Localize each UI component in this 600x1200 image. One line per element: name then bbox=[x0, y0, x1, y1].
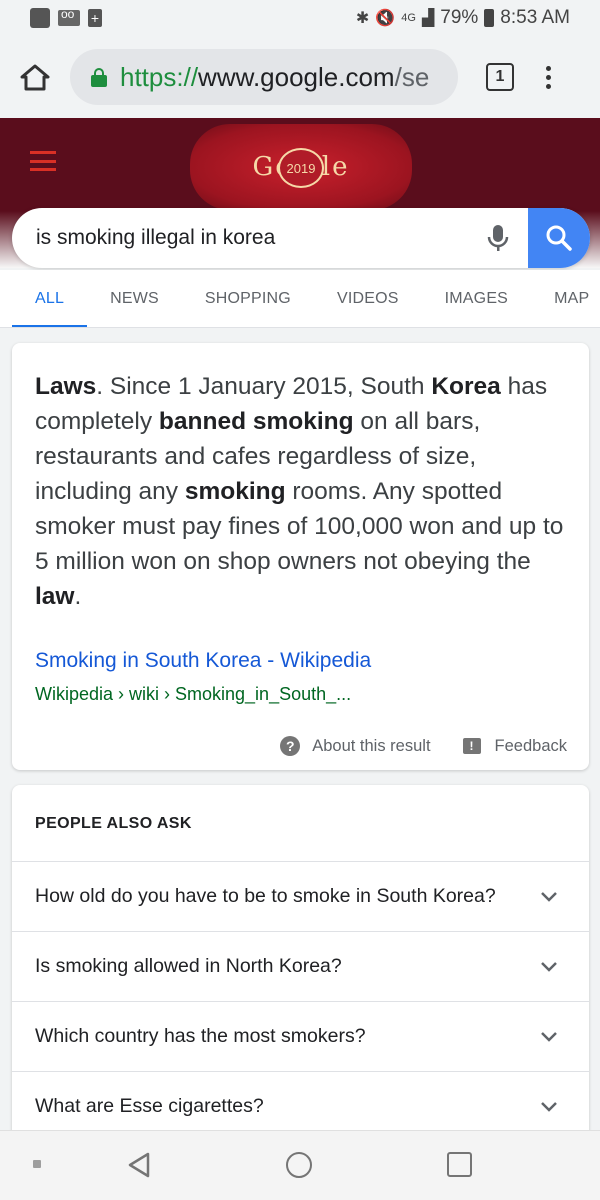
snippet-text: Laws. Since 1 January 2015, South Korea … bbox=[35, 369, 565, 614]
voice-search-button[interactable] bbox=[468, 208, 528, 268]
tab-switcher-button[interactable]: 1 bbox=[486, 63, 514, 91]
people-also-ask-title: PEOPLE ALSO ASK bbox=[35, 815, 192, 832]
question-text: How old do you have to be to smoke in So… bbox=[35, 885, 496, 907]
snippet-text-run: . bbox=[74, 583, 82, 610]
tab-news[interactable]: NEWS bbox=[87, 270, 182, 327]
url-text: https://www.google.com/se bbox=[120, 61, 430, 92]
microphone-icon bbox=[487, 225, 509, 251]
bluetooth-icon: ✱ bbox=[355, 10, 370, 27]
doodle-year-badge: 2019 bbox=[278, 148, 324, 188]
question-text: Which country has the most smokers? bbox=[35, 1025, 366, 1047]
back-icon[interactable] bbox=[126, 1151, 152, 1179]
question-text: What are Esse cigarettes? bbox=[35, 1095, 264, 1117]
search-input[interactable] bbox=[12, 208, 468, 268]
people-also-ask-question[interactable]: Which country has the most smokers? bbox=[12, 1001, 589, 1071]
snippet-bold-term: law bbox=[35, 583, 75, 610]
snippet-bold-term: banned smoking bbox=[158, 408, 354, 435]
android-navigation-bar bbox=[0, 1130, 600, 1200]
tab-images[interactable]: IMAGES bbox=[422, 270, 531, 327]
people-also-ask-card: PEOPLE ALSO ASK How old do you have to b… bbox=[12, 785, 589, 1145]
google-doodle[interactable]: Go gle 2019 bbox=[190, 124, 412, 210]
signal-icon: ▟ bbox=[421, 10, 435, 27]
voicemail-icon bbox=[58, 7, 80, 26]
nav-indicator-icon bbox=[33, 1160, 41, 1168]
battery-percent: 79% bbox=[440, 7, 479, 28]
search-box bbox=[12, 208, 590, 268]
battery-icon bbox=[484, 9, 495, 27]
snippet-bold-term: Laws bbox=[35, 373, 97, 400]
chevron-down-icon bbox=[529, 961, 569, 973]
4g-icon: 4G bbox=[401, 12, 416, 24]
tab-shopping[interactable]: SHOPPING bbox=[182, 270, 314, 327]
overflow-menu-icon[interactable] bbox=[546, 65, 551, 89]
home-icon bbox=[20, 64, 50, 91]
app-icon bbox=[30, 8, 50, 28]
snippet-text-run: . Since 1 January 2015, South bbox=[96, 373, 432, 400]
home-button[interactable] bbox=[0, 36, 70, 118]
home-circle-icon[interactable] bbox=[286, 1152, 312, 1178]
status-bar: + ✱ 🔇 4G ▟ 79% 8:53 AM bbox=[0, 0, 600, 36]
result-actions: ? About this result ! Feedback bbox=[280, 736, 567, 756]
lock-icon bbox=[90, 66, 108, 88]
help-icon: ? bbox=[280, 736, 301, 756]
search-button[interactable] bbox=[528, 208, 590, 268]
question-text: Is smoking allowed in North Korea? bbox=[35, 955, 342, 977]
chevron-down-icon bbox=[529, 1031, 569, 1043]
hamburger-menu-icon[interactable] bbox=[30, 151, 56, 171]
tab-all[interactable]: ALL bbox=[0, 270, 88, 327]
mute-icon: 🔇 bbox=[375, 10, 396, 27]
tab-videos[interactable]: VIDEOS bbox=[314, 270, 422, 327]
plus-icon: + bbox=[88, 9, 102, 27]
chevron-down-icon bbox=[529, 891, 569, 903]
result-title-link[interactable]: Smoking in South Korea - Wikipedia bbox=[35, 649, 371, 673]
tab-maps[interactable]: MAP bbox=[531, 270, 600, 327]
featured-snippet-card: Laws. Since 1 January 2015, South Korea … bbox=[12, 343, 589, 770]
search-tabs: ALL NEWS SHOPPING VIDEOS IMAGES MAP bbox=[0, 270, 600, 328]
chevron-down-icon bbox=[529, 1101, 569, 1113]
status-right-icons: ✱ 🔇 4G ▟ 79% 8:53 AM bbox=[356, 7, 570, 29]
result-cite: Wikipedia › wiki › Smoking_in_South_... bbox=[35, 684, 352, 704]
feedback-icon: ! bbox=[462, 738, 481, 754]
clock: 8:53 AM bbox=[500, 7, 570, 28]
people-also-ask-list: How old do you have to be to smoke in So… bbox=[12, 861, 589, 1141]
feedback-link[interactable]: Feedback bbox=[495, 737, 567, 756]
recent-apps-icon[interactable] bbox=[447, 1152, 472, 1177]
people-also-ask-question[interactable]: Is smoking allowed in North Korea? bbox=[12, 931, 589, 1001]
url-bar[interactable]: https://www.google.com/se bbox=[70, 49, 458, 105]
about-result-link[interactable]: About this result bbox=[312, 737, 430, 756]
status-left-icons: + bbox=[30, 7, 102, 28]
people-also-ask-question[interactable]: How old do you have to be to smoke in So… bbox=[12, 861, 589, 931]
search-icon bbox=[546, 225, 572, 251]
snippet-bold-term: smoking bbox=[184, 478, 286, 505]
browser-toolbar: https://www.google.com/se 1 bbox=[0, 36, 600, 118]
snippet-bold-term: Korea bbox=[431, 373, 501, 400]
